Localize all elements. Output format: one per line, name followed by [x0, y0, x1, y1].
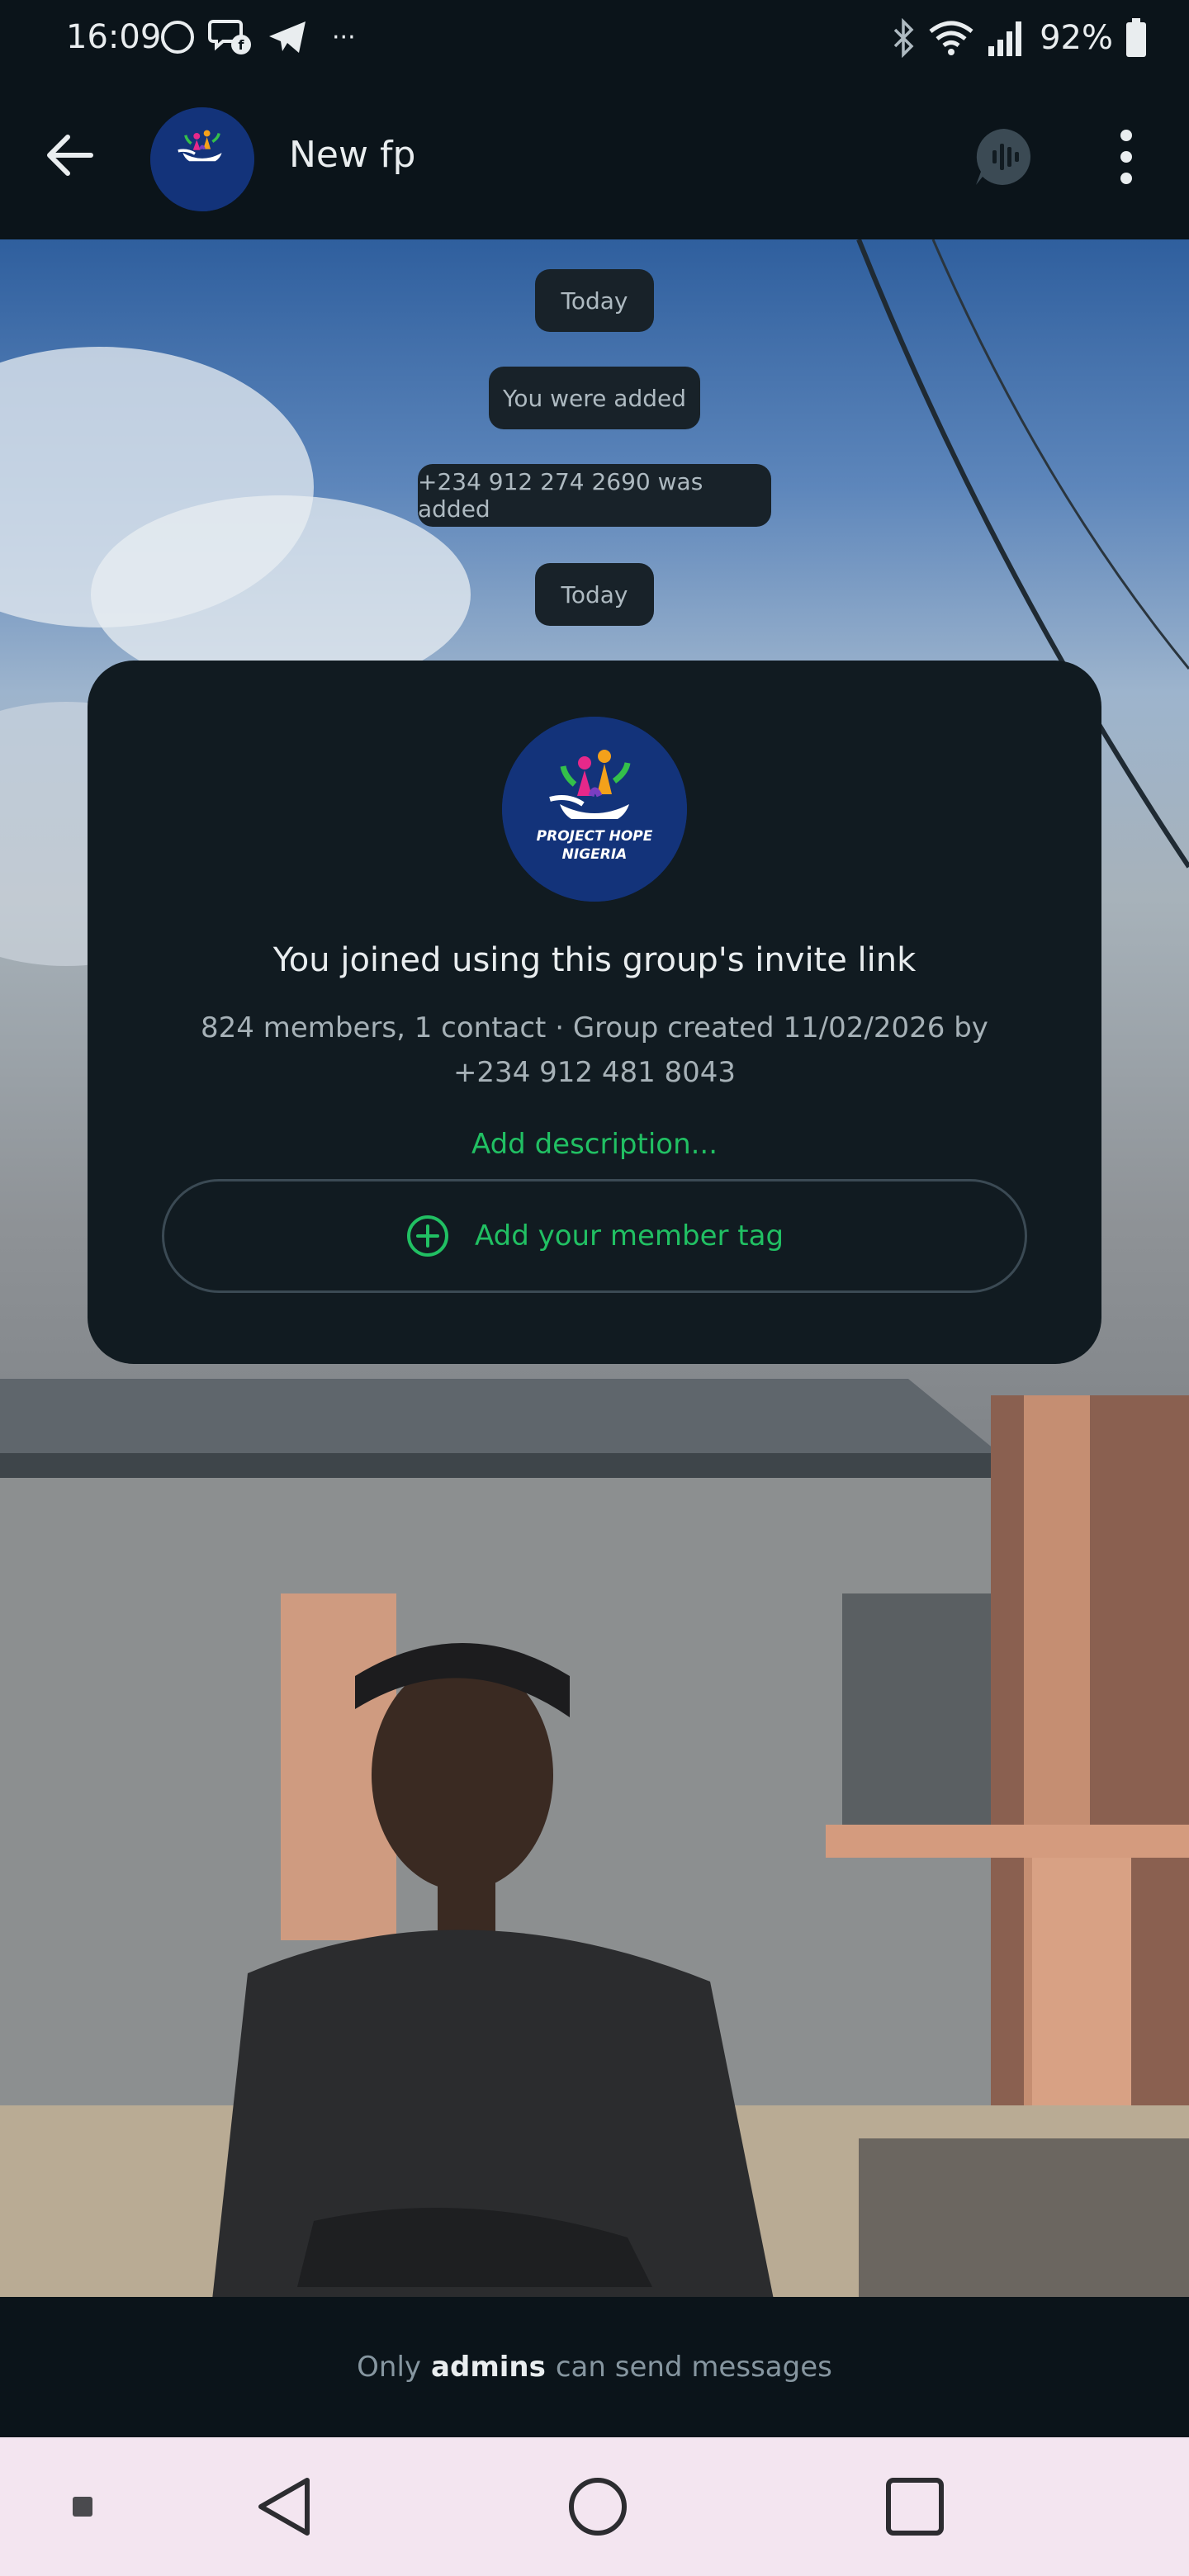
chat-background[interactable]: Today You were added +234 912 274 2690 w…	[0, 239, 1189, 2297]
add-member-tag-label: Add your member tag	[474, 1219, 784, 1252]
arrow-left-icon	[47, 135, 93, 176]
admins-only-notice: Only admins can send messages	[0, 2297, 1189, 2437]
group-info-card: PROJECT HOPE NIGERIA You joined using th…	[88, 661, 1101, 1364]
notice-suffix: can send messages	[555, 2351, 832, 2384]
system-message: +234 912 274 2690 was added	[418, 464, 771, 527]
add-description-link[interactable]: Add description...	[88, 1128, 1101, 1161]
dot	[1120, 130, 1132, 141]
group-avatar-large[interactable]: PROJECT HOPE NIGERIA	[502, 717, 687, 902]
system-message-text: +234 912 274 2690 was added	[418, 468, 703, 523]
android-nav-bar	[0, 2437, 1189, 2576]
notice-admins: admins	[431, 2351, 546, 2384]
status-time: 16:09	[66, 18, 162, 56]
project-hope-logo: PROJECT HOPE NIGERIA	[502, 717, 687, 902]
group-meta-line-1: 824 members, 1 contact · Group created 1…	[201, 1011, 988, 1044]
date-chip: Today	[535, 269, 654, 332]
chat-header: New fp	[0, 76, 1189, 239]
nav-home-button[interactable]	[558, 2467, 637, 2546]
nav-recents-button[interactable]	[875, 2467, 955, 2546]
square-recents-icon	[886, 2478, 944, 2536]
logo-text-line1: PROJECT HOPE	[537, 828, 653, 845]
system-message: You were added	[489, 367, 700, 429]
date-chip-label: Today	[561, 286, 628, 315]
date-chip-label: Today	[561, 580, 628, 608]
project-hope-logo	[150, 107, 254, 211]
plus-circle-icon	[406, 1215, 448, 1257]
dot	[1120, 173, 1132, 184]
group-meta: 824 members, 1 contact · Group created 1…	[187, 1006, 1002, 1095]
more-notifications-indicator: ···	[332, 22, 356, 52]
signal-icon	[988, 21, 1022, 56]
system-message-text: You were added	[502, 384, 687, 412]
joined-via-link-title: You joined using this group's invite lin…	[272, 941, 917, 979]
status-bar: 16:09 f ··· 92%	[0, 0, 1189, 76]
notice-prefix: Only	[357, 2351, 422, 2384]
battery-icon	[1126, 18, 1146, 57]
svg-text:f: f	[239, 37, 245, 53]
date-chip: Today	[535, 563, 654, 626]
system-icons: 92%	[891, 15, 1148, 61]
voice-chat-icon	[976, 129, 1031, 185]
bluetooth-icon	[893, 18, 914, 58]
back-button[interactable]	[40, 125, 99, 185]
accessibility-button[interactable]	[58, 2482, 107, 2531]
add-member-tag-button[interactable]: Add your member tag	[162, 1179, 1027, 1293]
wifi-icon	[929, 21, 973, 55]
small-square-icon	[73, 2497, 92, 2517]
logo-text-line2: NIGERIA	[562, 846, 628, 863]
notification-icons: f ···	[159, 17, 356, 58]
group-meta-line-2: +234 912 481 8043	[452, 1056, 737, 1089]
chat-title[interactable]: New fp	[289, 134, 415, 176]
battery-percent: 92%	[1040, 19, 1113, 57]
circle-notification-icon	[161, 21, 194, 54]
more-options-button[interactable]	[1103, 127, 1149, 187]
group-avatar[interactable]	[150, 107, 254, 211]
telegram-icon	[269, 21, 306, 53]
circle-home-icon	[569, 2478, 627, 2536]
messenger-icon: f	[208, 20, 251, 54]
dot	[1120, 151, 1132, 163]
triangle-back-icon	[258, 2478, 310, 2536]
voice-chat-button[interactable]	[973, 125, 1035, 188]
nav-back-button[interactable]	[244, 2467, 324, 2546]
